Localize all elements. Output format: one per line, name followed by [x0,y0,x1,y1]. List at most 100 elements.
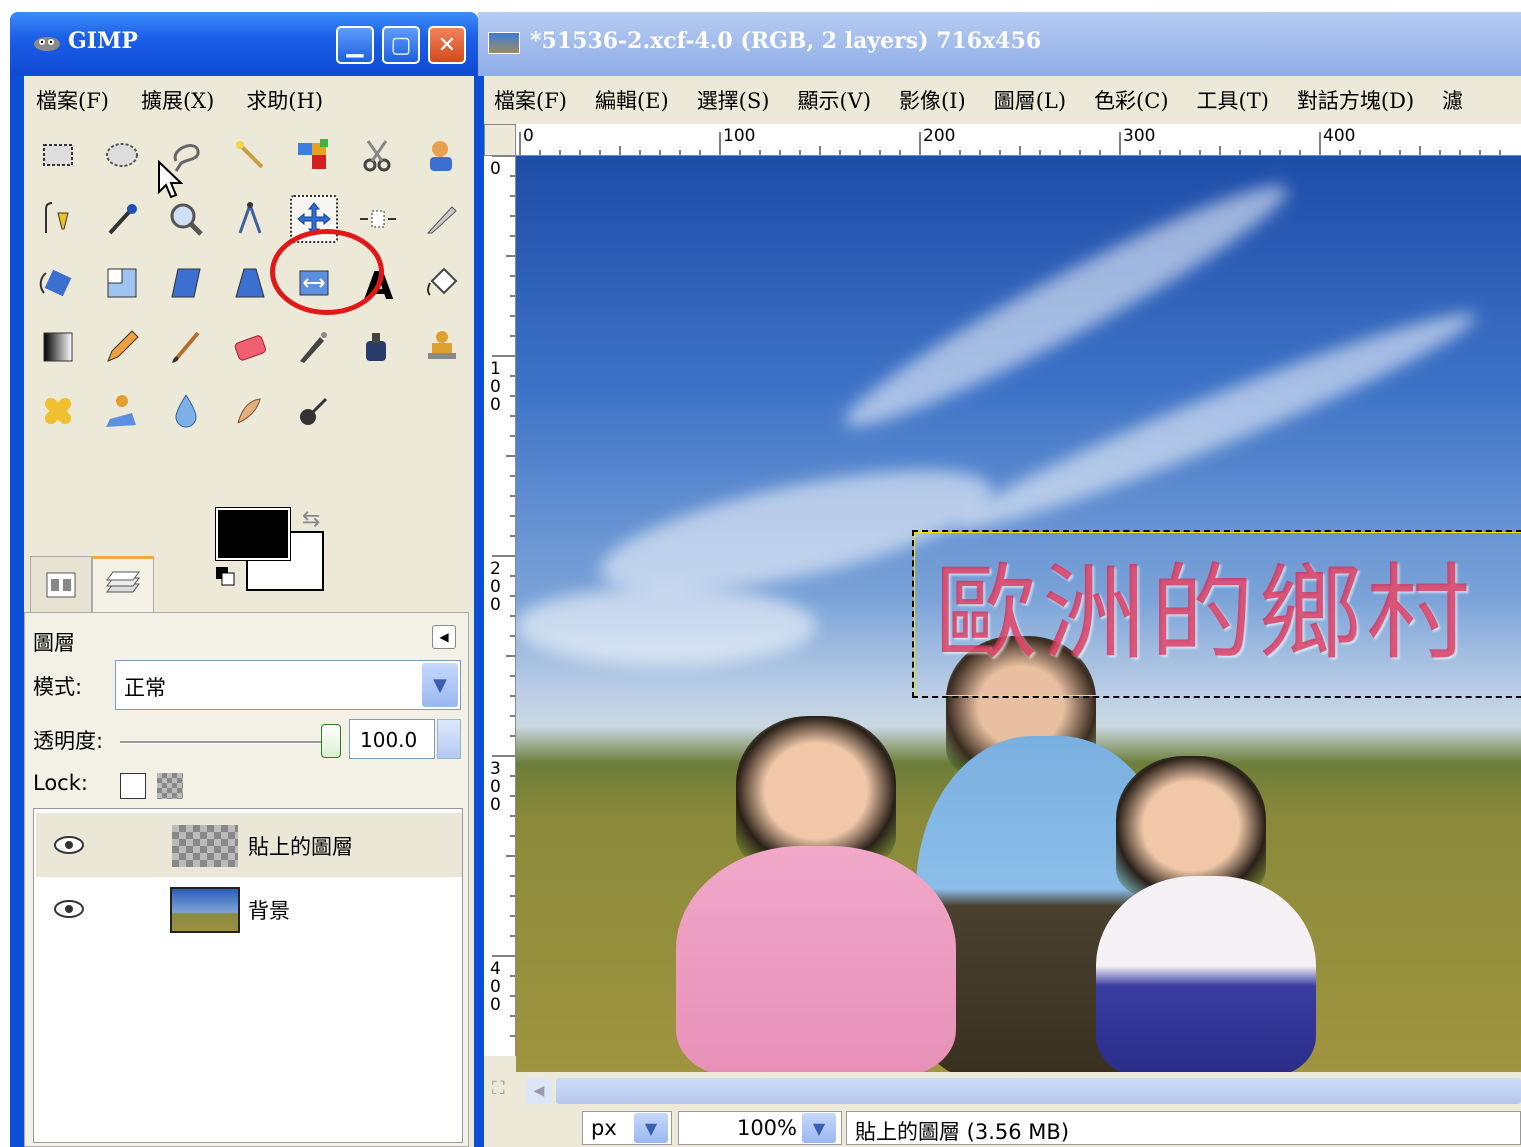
menu-edit[interactable]: 編輯(E) [595,85,669,115]
measure-tool[interactable] [226,195,274,243]
pencil-icon [107,330,139,362]
status-text: 貼上的圖層 (3.56 MB) [855,1120,1070,1144]
swap-colors-icon[interactable]: ⇆ [302,507,320,532]
menu-file[interactable]: 檔案(F) [36,85,109,115]
menu-extensions[interactable]: 擴展(X) [141,85,214,115]
opacity-label: 透明度: [33,729,104,753]
pencil-tool[interactable] [98,323,146,371]
menu-view[interactable]: 顯示(V) [797,85,871,115]
perspective-icon [235,268,265,298]
opacity-slider-track[interactable] [120,741,325,744]
layer-row[interactable]: 背景 [36,877,462,941]
menu-dialogs[interactable]: 對話方塊(D) [1297,85,1414,115]
menu-layer[interactable]: 圖層(L) [994,85,1066,115]
eraser-tool[interactable] [226,323,274,371]
image-thumb-icon [488,32,520,54]
chevron-down-icon[interactable]: ▼ [422,663,458,707]
select-by-color-tool[interactable] [290,131,338,179]
ellipse-select-tool[interactable] [98,131,146,179]
layer-row[interactable]: 貼上的圖層 [36,813,462,877]
eraser-icon [234,335,266,361]
zoom-value: 100% [736,1116,797,1140]
panel-menu-button[interactable]: ◀ [432,625,456,649]
zoom-tool[interactable] [162,195,210,243]
menu-filters[interactable]: 濾 [1442,85,1463,115]
vruler-label: 400 [490,959,501,1015]
toolbox-menubar: 檔案(F) 擴展(X) 求助(H) [24,76,474,124]
clone-tool[interactable] [418,323,466,371]
bucket-fill-tool[interactable] [418,259,466,307]
perspective-stamp-icon [106,395,136,427]
paths-tool[interactable] [34,195,82,243]
layer-thumbnail [170,887,240,933]
ruler-corner-button[interactable] [484,124,516,156]
dodge-burn-icon [300,397,328,425]
layers-dock: 圖層 ◀ 模式: 正常 ▼ 透明度: 100.0 Lock: 貼上的圖層 背景 [24,544,474,1147]
rect-select-tool[interactable] [34,131,82,179]
opacity-input[interactable]: 100.0 [349,719,435,759]
ink-bottle-icon [366,333,386,361]
minimize-button[interactable]: ▁ [336,26,374,64]
vertical-ruler[interactable]: 0 100 200 300 400 [484,156,516,1056]
image-titlebar[interactable]: *51536-2.xcf-4.0 (RGB, 2 layers) 716x456 [478,12,1521,76]
hruler-label: 0 [523,126,534,146]
tab-layers[interactable] [92,556,154,612]
smudge-tool[interactable] [226,387,274,435]
align-tool[interactable] [354,195,402,243]
hruler-label: 100 [723,126,756,146]
person-figure [1096,876,1316,1076]
blend-tool[interactable] [34,323,82,371]
scale-tool[interactable] [98,259,146,307]
color-picker-tool[interactable] [98,195,146,243]
horizontal-scrollbar[interactable]: ⛶ ◀ [484,1072,1521,1108]
layers-panel: 圖層 ◀ 模式: 正常 ▼ 透明度: 100.0 Lock: 貼上的圖層 背景 [24,612,469,1147]
paintbrush-tool[interactable] [162,323,210,371]
perspective-clone-tool[interactable] [98,387,146,435]
close-button[interactable]: ✕ [428,26,466,64]
menu-image[interactable]: 影像(I) [899,85,966,115]
rotate-icon [39,269,72,297]
menu-help[interactable]: 求助(H) [246,85,323,115]
image-body: 檔案(F) 編輯(E) 選擇(S) 顯示(V) 影像(I) 圖層(L) 色彩(C… [484,76,1521,1147]
airbrush-tool[interactable] [290,323,338,371]
crop-tool[interactable] [418,195,466,243]
opacity-slider-handle[interactable] [321,724,341,758]
shear-tool[interactable] [162,259,210,307]
heal-tool[interactable] [34,387,82,435]
scrollbar-thumb[interactable] [556,1078,1521,1104]
horizontal-ruler[interactable]: 0 100 200 300 400 [516,124,1521,156]
ink-tool[interactable] [354,323,402,371]
menu-tools[interactable]: 工具(T) [1197,85,1269,115]
chevron-down-icon[interactable]: ▼ [802,1113,836,1143]
tab-tool-options[interactable] [30,556,92,612]
foreground-color[interactable] [215,507,291,561]
foreground-select-tool[interactable] [418,131,466,179]
person-figure [1116,756,1266,896]
scroll-left-button[interactable]: ◀ [526,1078,552,1104]
eye-icon[interactable] [52,899,86,919]
navigate-icon[interactable]: ⛶ [492,1078,505,1099]
gradient-icon [43,332,73,362]
menu-colors[interactable]: 色彩(C) [1094,85,1168,115]
toolbox-titlebar[interactable]: GIMP ▁ ▢ ✕ [10,12,478,76]
eye-icon[interactable] [52,835,86,855]
dodge-burn-tool[interactable] [290,387,338,435]
scissors-tool[interactable] [354,131,402,179]
scissors-icon [363,140,391,172]
maximize-button[interactable]: ▢ [382,26,420,64]
layer-name: 貼上的圖層 [248,835,353,859]
rotate-tool[interactable] [34,259,82,307]
free-select-tool[interactable] [162,131,210,179]
lock-alpha-checkbox[interactable] [157,773,183,799]
blur-tool[interactable] [162,387,210,435]
fuzzy-select-tool[interactable] [226,131,274,179]
opacity-spinner[interactable] [437,719,461,759]
lock-pixels-checkbox[interactable] [120,773,146,799]
perspective-tool[interactable] [226,259,274,307]
chevron-down-icon[interactable]: ▼ [634,1113,668,1143]
menu-select[interactable]: 選擇(S) [697,85,770,115]
vruler-label: 100 [490,359,501,415]
mode-select[interactable]: 正常 ▼ [115,660,461,710]
image-canvas[interactable]: 歐洲的鄉村 [516,156,1521,1076]
menu-file[interactable]: 檔案(F) [494,85,567,115]
